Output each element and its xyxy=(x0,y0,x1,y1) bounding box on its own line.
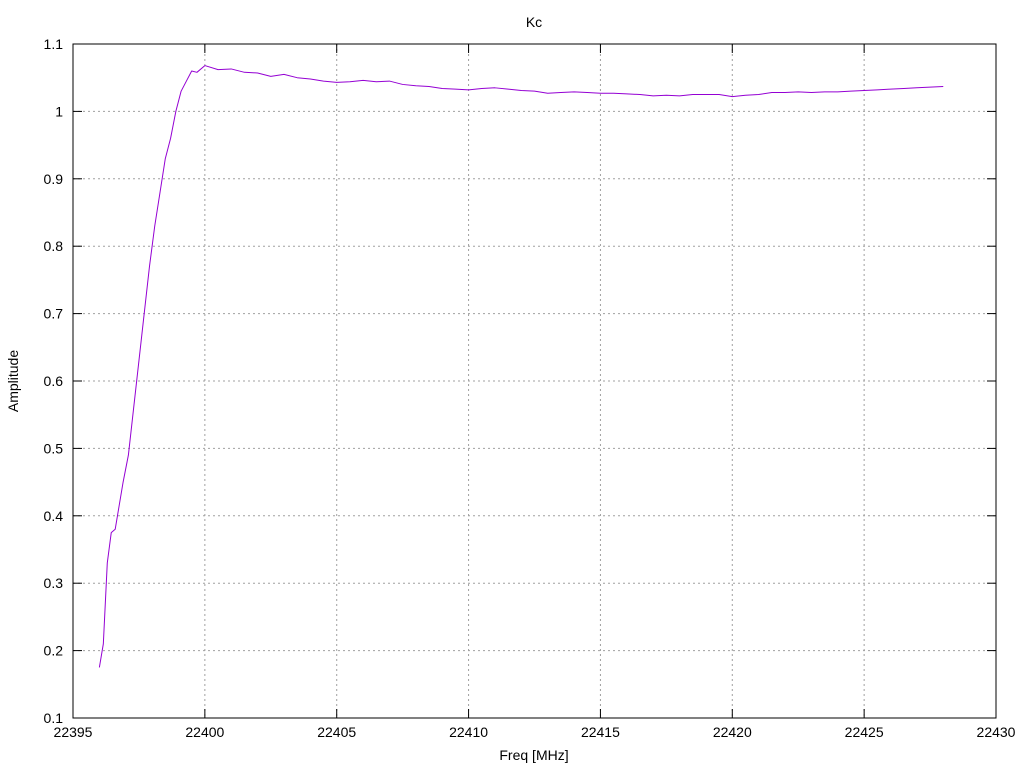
x-axis-title: Freq [MHz] xyxy=(499,747,568,763)
y-axis-title: Amplitude xyxy=(5,350,21,412)
x-tick-label: 22405 xyxy=(317,724,356,740)
series xyxy=(98,65,944,668)
y-tick-label: 0.7 xyxy=(44,306,64,322)
y-tick-label: 0.5 xyxy=(44,440,64,456)
y-tick-label: 0.3 xyxy=(44,575,64,591)
y-tick-label: 0.4 xyxy=(44,508,64,524)
chart-title: Kc xyxy=(526,14,542,30)
grid xyxy=(73,44,996,718)
y-tick-label: 0.2 xyxy=(44,643,64,659)
x-tick-label: 22425 xyxy=(845,724,884,740)
tick-labels: 22395 22400 22405 22410 22415 22420 22425 22430… xyxy=(44,36,1016,740)
chart: Kc 22395 22400 22405 22410 22415 22420 22425 22… xyxy=(5,14,1016,763)
y-tick-label: 0.9 xyxy=(44,171,64,187)
y-tick-label: 1 xyxy=(55,103,63,119)
x-tick-label: 22430 xyxy=(977,724,1016,740)
x-tick-label: 22420 xyxy=(713,724,752,740)
y-tick-label: 0.1 xyxy=(44,710,64,726)
y-tick-label: 0.8 xyxy=(44,238,64,254)
y-tick-label: 0.6 xyxy=(44,373,64,389)
x-tick-label: 22395 xyxy=(54,724,93,740)
y-tick-label: 1.1 xyxy=(44,36,64,52)
x-tick-label: 22400 xyxy=(185,724,224,740)
series-line xyxy=(98,65,944,668)
x-tick-label: 22410 xyxy=(449,724,488,740)
x-tick-label: 22415 xyxy=(581,724,620,740)
